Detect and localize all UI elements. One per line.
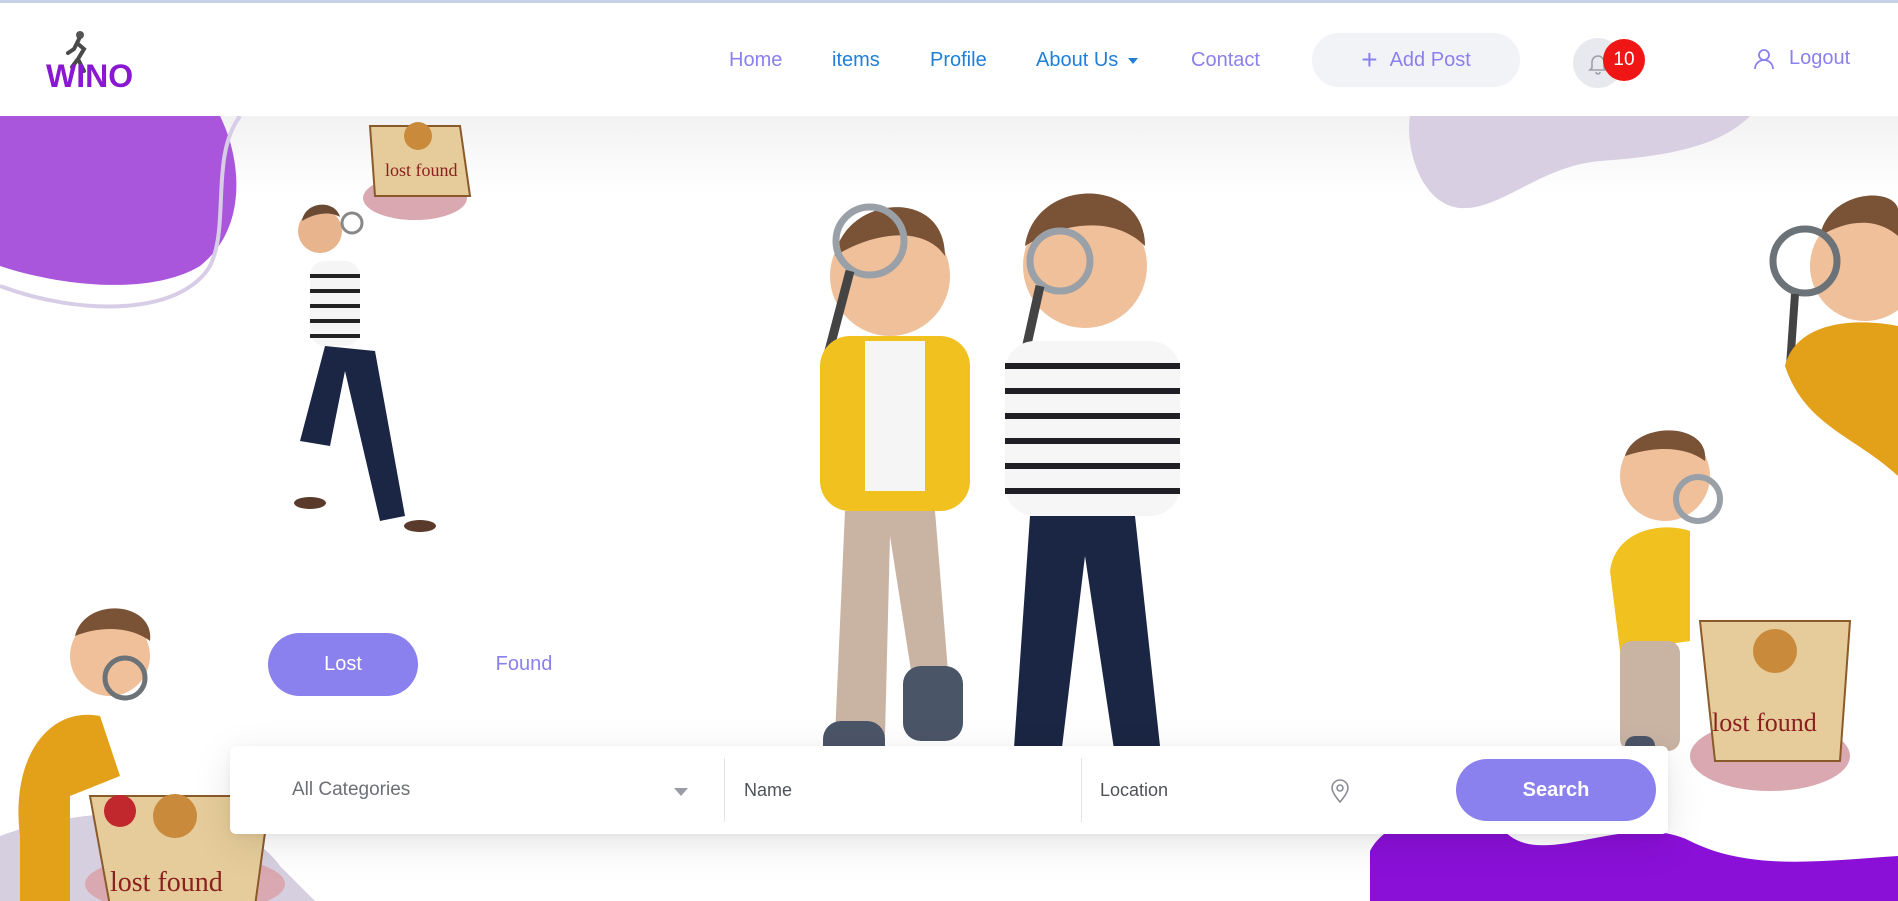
search-bar: All Categories Search — [230, 746, 1668, 834]
category-select-value: All Categories — [292, 779, 411, 800]
active-tab-pointer — [335, 733, 359, 746]
logout-label: Logout — [1789, 47, 1851, 69]
detective-boy-illustration — [294, 204, 436, 532]
user-icon — [1754, 48, 1774, 69]
location-pin-icon — [1331, 779, 1349, 804]
category-select[interactable]: All Categories — [292, 746, 702, 834]
chevron-down-icon — [1128, 57, 1139, 64]
hero-section: lost found lost found lost found Lost Fo… — [0, 116, 1898, 901]
add-post-label: Add Post — [1389, 48, 1471, 71]
box-label: lost found — [110, 867, 223, 898]
notification-count-badge: 10 — [1603, 39, 1645, 81]
site-header: WINO Home items Profile About Us Contact… — [0, 3, 1898, 116]
nav-profile[interactable]: Profile — [930, 49, 987, 72]
svg-text:lost found: lost found — [1712, 708, 1817, 737]
svg-text:lost found: lost found — [385, 160, 458, 180]
tab-found[interactable]: Found — [464, 633, 584, 696]
add-post-button[interactable]: + Add Post — [1312, 33, 1520, 87]
lilac-blob-top-right — [1409, 116, 1750, 209]
plus-icon: + — [1361, 44, 1378, 75]
search-button[interactable]: Search — [1456, 759, 1656, 821]
location-input[interactable] — [1100, 766, 1320, 814]
divider — [724, 758, 725, 822]
nav-about-us-label: About Us — [1036, 49, 1119, 71]
nav-contact[interactable]: Contact — [1191, 49, 1260, 72]
name-input[interactable] — [744, 766, 1074, 814]
nav-about-us[interactable]: About Us — [1036, 49, 1139, 72]
nav-home[interactable]: Home — [729, 49, 782, 72]
logout-button[interactable]: Logout — [1753, 47, 1850, 70]
chevron-down-icon — [674, 788, 688, 796]
logo-text: WINO — [46, 58, 133, 94]
logo[interactable]: WINO — [44, 27, 134, 95]
purple-blob-top-left — [0, 116, 242, 309]
tab-lost[interactable]: Lost — [268, 633, 418, 696]
divider — [1081, 758, 1082, 822]
nav-items[interactable]: items — [832, 49, 880, 72]
